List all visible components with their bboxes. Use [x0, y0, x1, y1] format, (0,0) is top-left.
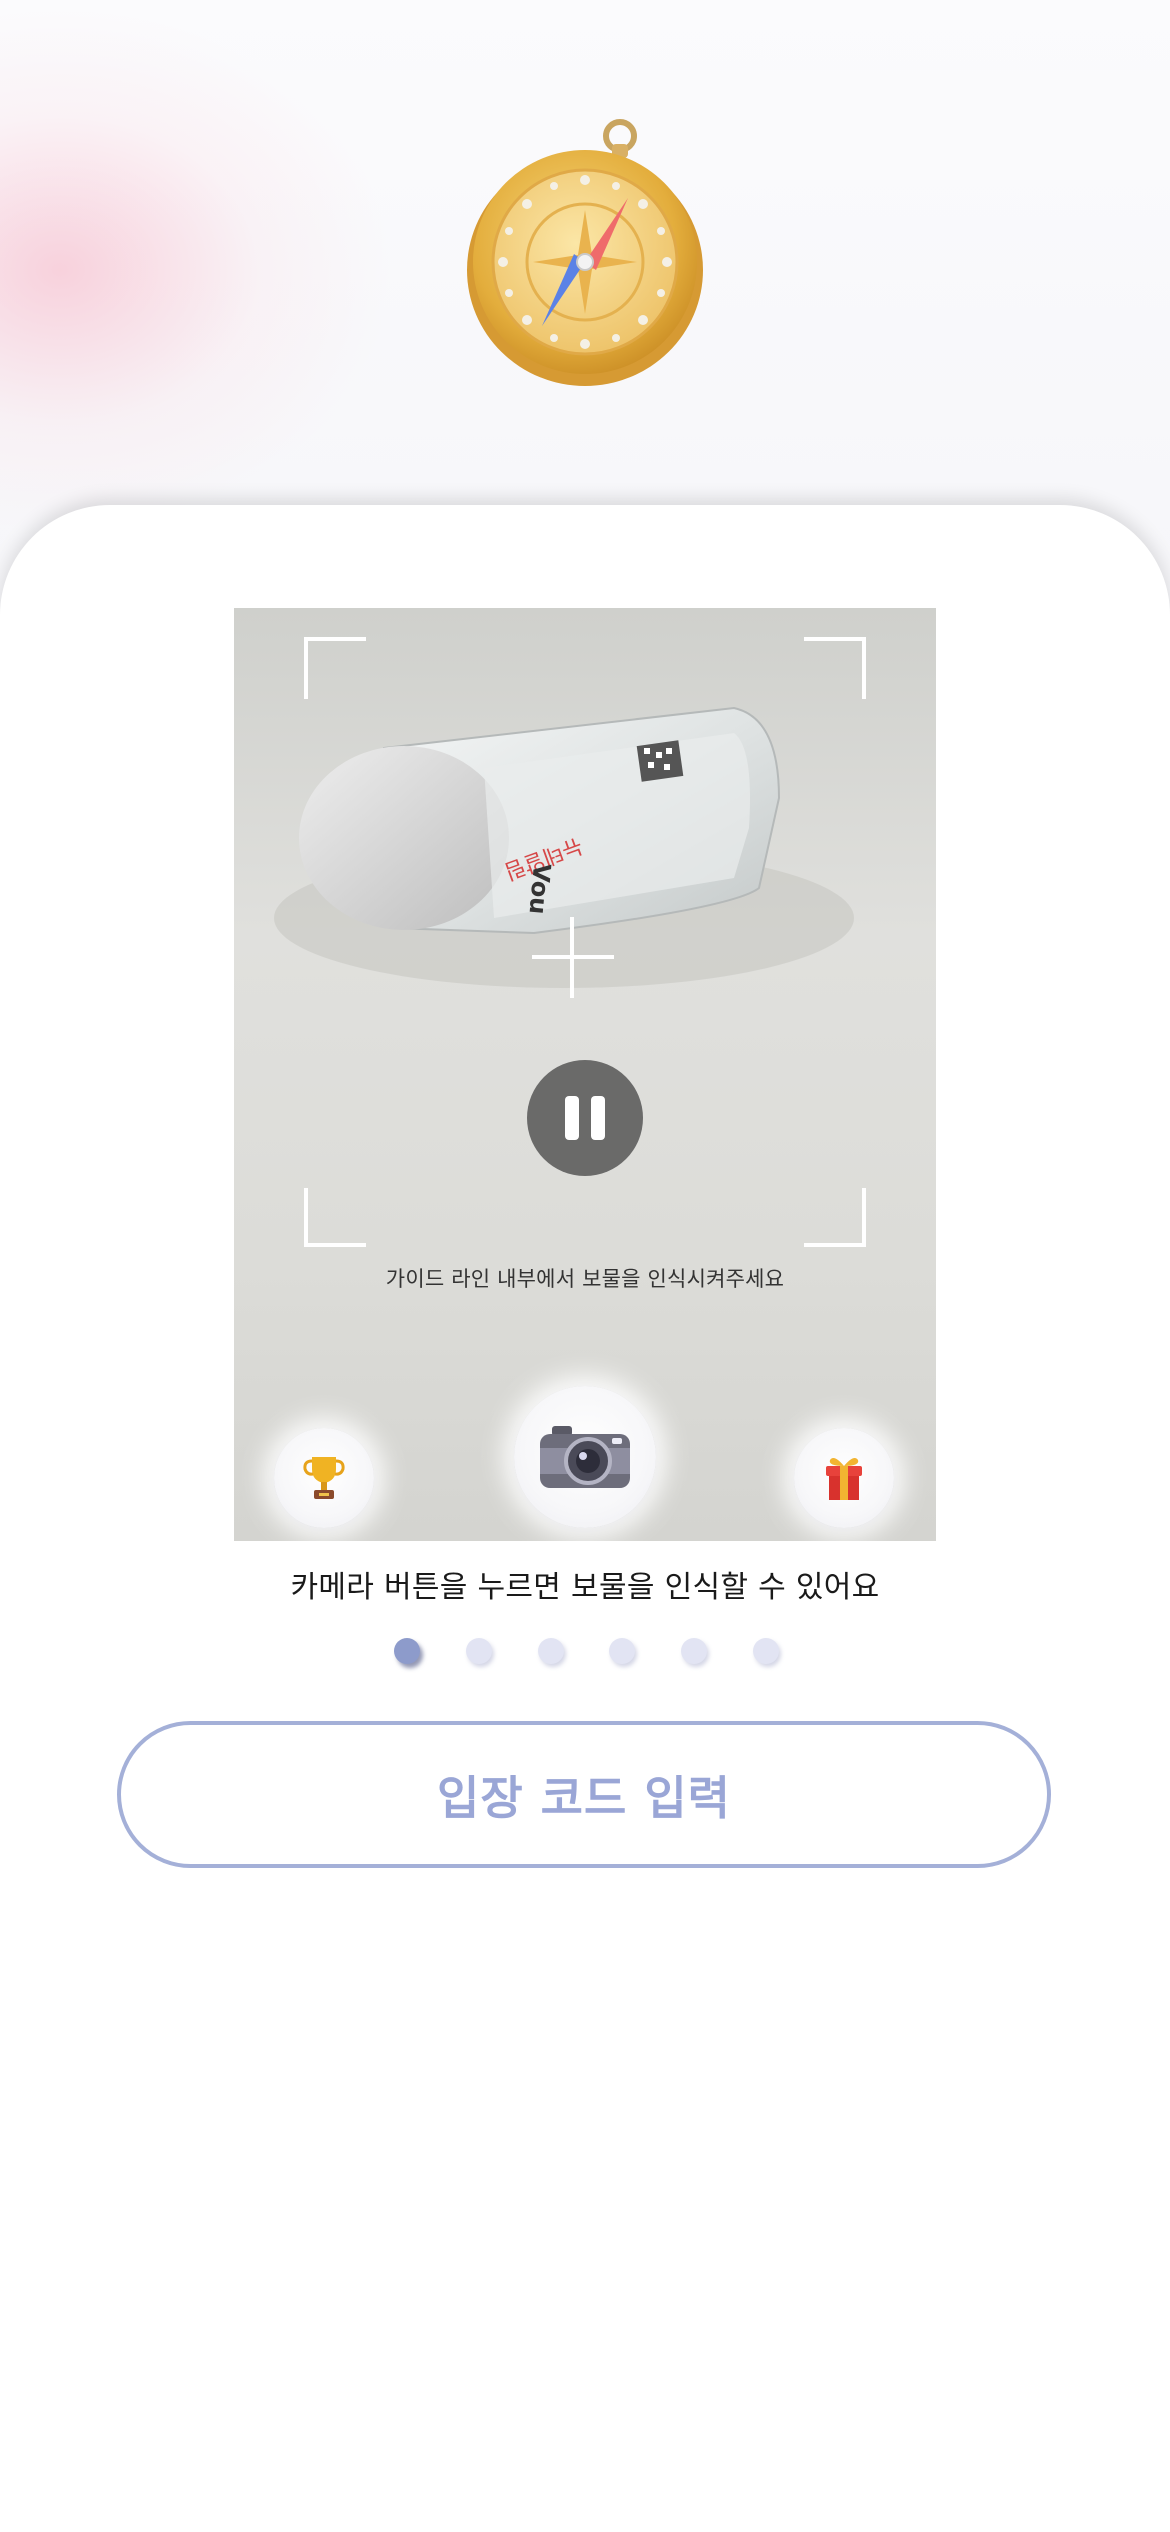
pause-icon [565, 1096, 579, 1140]
camera-button[interactable] [514, 1386, 656, 1528]
guide-text: 가이드 라인 내부에서 보물을 인식시켜주세요 [385, 1267, 785, 1291]
page-indicator [0, 1638, 1170, 1668]
camera-hint-text: 카메라 버튼을 누르면 보물을 인식할 수 있어요 [290, 1570, 880, 1605]
page-dot-6[interactable] [753, 1638, 779, 1664]
trophy-icon [303, 1457, 345, 1499]
page-dot-5[interactable] [681, 1638, 707, 1664]
page-dot-2[interactable] [466, 1638, 492, 1664]
gift-icon [826, 1458, 862, 1500]
compass-icon [467, 119, 703, 386]
gift-button[interactable] [794, 1428, 894, 1528]
page-dot-3[interactable] [538, 1638, 564, 1664]
pause-button[interactable] [527, 1060, 643, 1176]
camera-icon [540, 1426, 630, 1488]
page-dot-4[interactable] [609, 1638, 635, 1664]
trophy-button[interactable] [274, 1428, 374, 1528]
camera-viewfinder: 뉴테알림 Vou 가이드 라인 내부에서 보물을 인식시켜주세요 [234, 608, 936, 1541]
page-dot-1[interactable] [394, 1638, 420, 1664]
enter-code-button[interactable]: 입장 코드 입력 [117, 1721, 1051, 1868]
